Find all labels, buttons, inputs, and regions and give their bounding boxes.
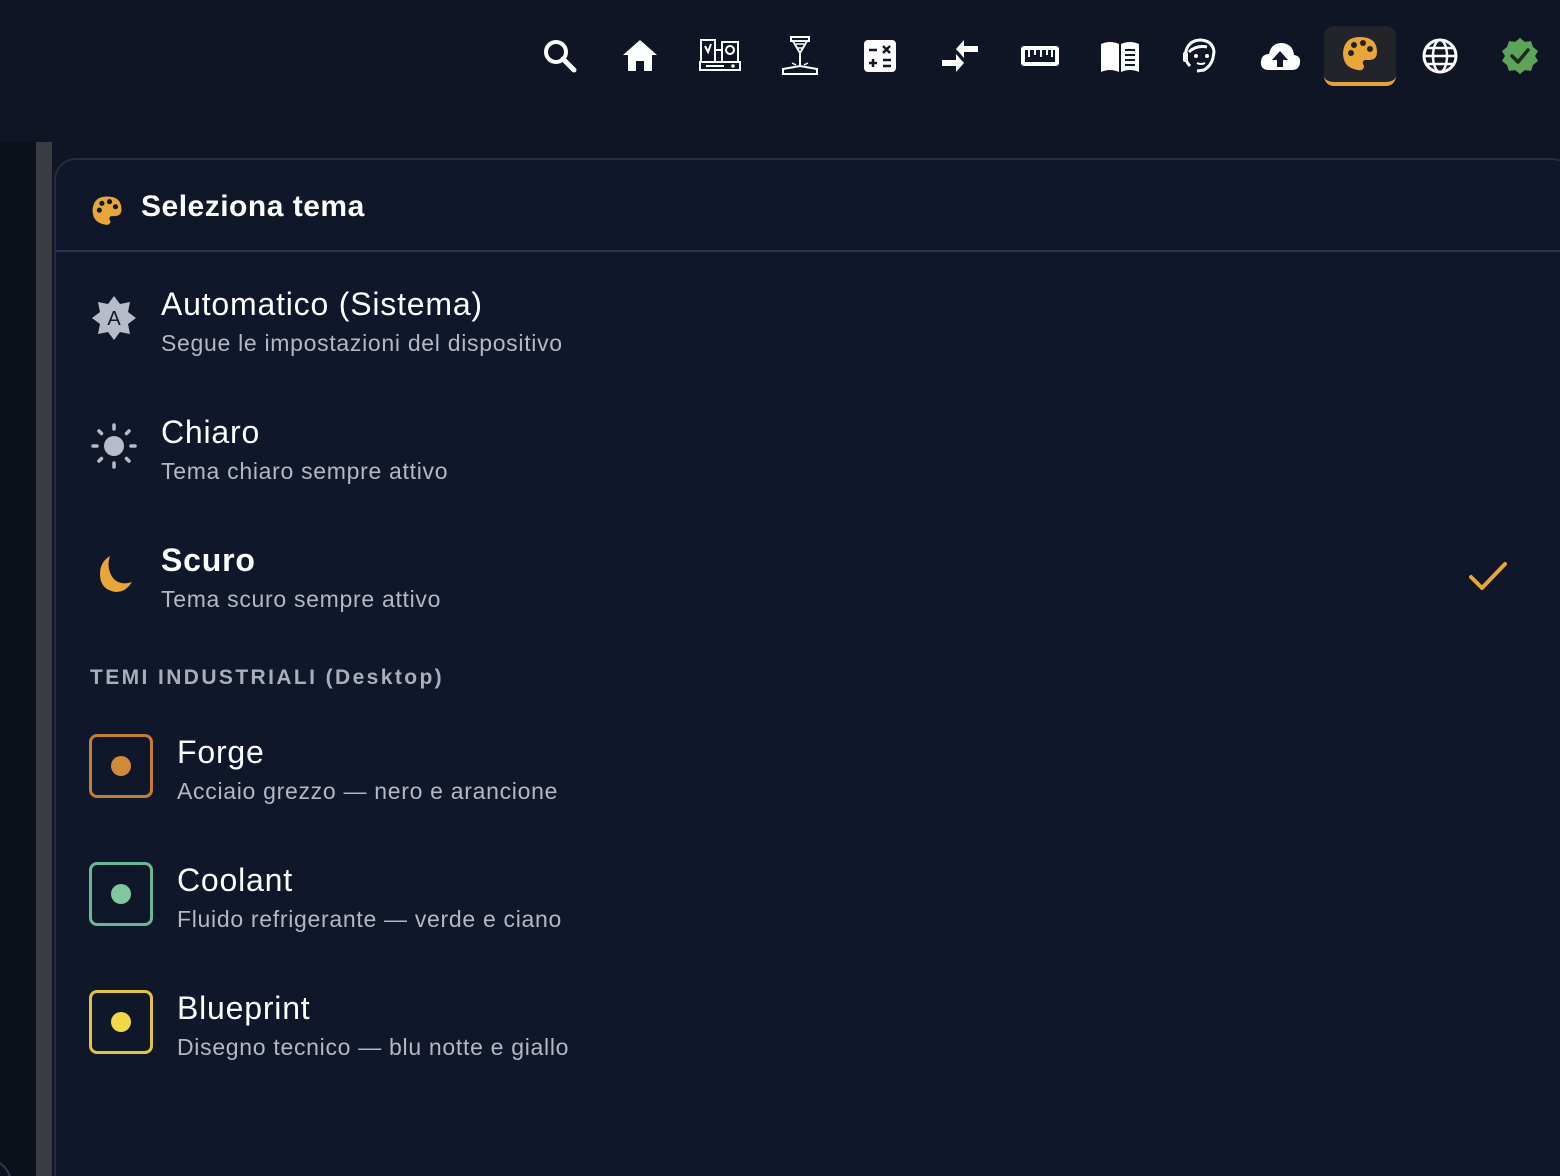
moon-icon [100, 556, 132, 592]
swatch-dot [111, 884, 131, 904]
swatch-dot [111, 1012, 131, 1032]
option-title: Automatico (Sistema) [161, 286, 483, 322]
theme-panel: Seleziona tema A Automatico (Sistema) Se… [54, 158, 1560, 1176]
checkmark-icon [1469, 562, 1507, 590]
laser-icon [782, 36, 818, 75]
svg-text:A: A [107, 308, 121, 330]
cloud-upload-button[interactable] [1244, 26, 1316, 86]
home-icon [623, 40, 657, 71]
option-subtitle: Fluido refrigerante — verde e ciano [177, 906, 563, 932]
verified-status[interactable] [1484, 26, 1556, 86]
section-label: TEMI INDUSTRIALI (Desktop) [90, 666, 445, 689]
home-button[interactable] [604, 26, 676, 86]
cloud-upload-icon [1260, 43, 1301, 70]
theme-option-dark[interactable]: Scuro Tema scuro sempre attivo [56, 542, 1536, 642]
option-subtitle: Disegno tecnico — blu notte e giallo [177, 1034, 570, 1060]
option-subtitle: Segue le impostazioni del dispositivo [161, 330, 563, 356]
option-title: Coolant [177, 862, 293, 898]
theme-option-auto[interactable]: A Automatico (Sistema) Segue le impostaz… [56, 286, 1536, 386]
manual-icon [1101, 42, 1139, 72]
scrollbar[interactable] [36, 142, 52, 1176]
option-subtitle: Acciaio grezzo — nero e arancione [177, 778, 559, 804]
panel-title: Seleziona tema [141, 190, 365, 223]
compare-icon [942, 40, 978, 72]
background-page [0, 142, 36, 1176]
forge-swatch-icon [89, 734, 153, 798]
top-toolbar [0, 0, 1560, 112]
verified-icon [1502, 38, 1538, 74]
theme-option-light[interactable]: Chiaro Tema chiaro sempre attivo [56, 414, 1536, 514]
support-button[interactable] [1164, 26, 1236, 86]
option-title: Scuro [161, 542, 256, 578]
globe-icon [1422, 38, 1458, 74]
search-icon [544, 40, 577, 73]
option-subtitle: Tema scuro sempre attivo [161, 586, 442, 612]
search-button[interactable] [524, 26, 596, 86]
calculator-button[interactable] [844, 26, 916, 86]
ruler-icon [1021, 46, 1059, 66]
machine-button[interactable] [684, 26, 756, 86]
palette-icon [92, 196, 122, 225]
ruler-button[interactable] [1004, 26, 1076, 86]
machine-icon [699, 39, 741, 71]
coolant-swatch-icon [89, 862, 153, 926]
theme-option-forge[interactable]: Forge Acciaio grezzo — nero e arancione [56, 734, 1536, 834]
theme-option-coolant[interactable]: Coolant Fluido refrigerante — verde e ci… [56, 862, 1536, 962]
manual-button[interactable] [1084, 26, 1156, 86]
language-button[interactable] [1404, 26, 1476, 86]
support-icon [1183, 38, 1216, 73]
option-title: Chiaro [161, 414, 261, 450]
laser-button[interactable] [764, 26, 836, 86]
theme-option-blueprint[interactable]: Blueprint Disegno tecnico — blu notte e … [56, 990, 1536, 1090]
panel-header: Seleziona tema [56, 160, 1560, 252]
blueprint-swatch-icon [89, 990, 153, 1054]
option-title: Forge [177, 734, 265, 770]
floating-button[interactable] [0, 1158, 12, 1176]
theme-button[interactable] [1324, 26, 1396, 86]
palette-icon [1343, 37, 1377, 71]
option-subtitle: Tema chiaro sempre attivo [161, 458, 449, 484]
sun-icon [91, 423, 137, 469]
auto-brightness-icon: A [92, 296, 136, 340]
app-window: Seleziona tema A Automatico (Sistema) Se… [0, 0, 1560, 1176]
compare-button[interactable] [924, 26, 996, 86]
swatch-dot [111, 756, 131, 776]
calculator-icon [864, 40, 896, 72]
option-title: Blueprint [177, 990, 311, 1026]
